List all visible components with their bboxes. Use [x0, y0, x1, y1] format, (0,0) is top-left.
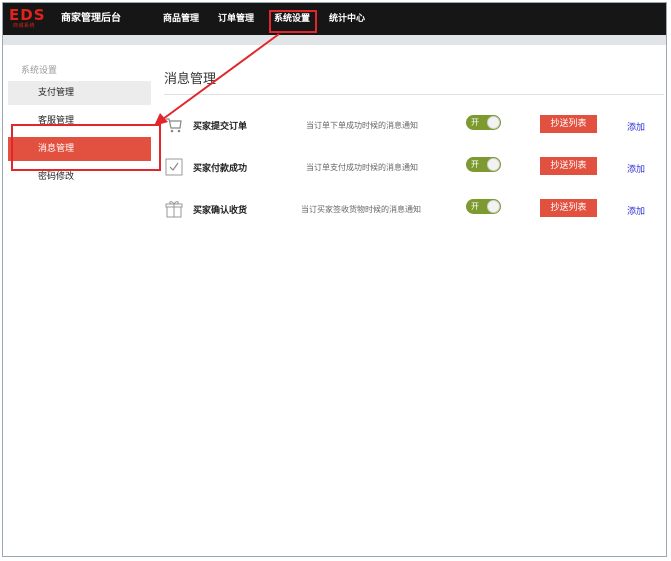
toggle-label: 开 [471, 160, 479, 169]
notification-toggle[interactable]: 开 [466, 157, 501, 172]
message-description: 当订买家签收货物时候的消息通知 [301, 205, 421, 214]
toggle-knob [487, 200, 500, 213]
message-name: 买家确认收货 [193, 206, 248, 216]
toggle-label: 开 [471, 118, 479, 127]
sidebar-highlight-box [11, 124, 161, 171]
sidebar-title: 系统设置 [21, 66, 58, 76]
logo-text: EDS [9, 6, 46, 24]
sidebar-item-payment[interactable]: 支付管理 [8, 81, 151, 105]
nav-item-orders[interactable]: 订单管理 [218, 3, 254, 35]
sub-header-bar [3, 35, 666, 45]
check-icon [165, 158, 183, 176]
cc-list-button[interactable]: 抄送列表 [540, 115, 597, 133]
notification-toggle[interactable]: 开 [466, 199, 501, 214]
top-navigation-bar: EDS 商城系统 商家管理后台 商品管理 订单管理 系统设置 统计中心 [3, 3, 666, 35]
nav-item-statistics[interactable]: 统计中心 [329, 3, 365, 35]
title-divider [164, 94, 664, 95]
add-link[interactable]: 添加 [627, 162, 645, 175]
page-title: 消息管理 [164, 72, 217, 87]
cc-list-button[interactable]: 抄送列表 [540, 199, 597, 217]
add-link[interactable]: 添加 [627, 120, 645, 133]
toggle-knob [487, 158, 500, 171]
toggle-knob [487, 116, 500, 129]
toggle-label: 开 [471, 202, 479, 211]
cc-list-button[interactable]: 抄送列表 [540, 157, 597, 175]
cart-icon [165, 116, 183, 134]
nav-item-products[interactable]: 商品管理 [163, 3, 199, 35]
message-description: 当订单支付成功时候的消息通知 [306, 163, 418, 172]
message-description: 当订单下单成功时候的消息通知 [306, 121, 418, 130]
message-name: 买家提交订单 [193, 122, 248, 132]
add-link[interactable]: 添加 [627, 204, 645, 217]
nav-highlight-box [269, 10, 317, 33]
app-window: EDS 商城系统 商家管理后台 商品管理 订单管理 系统设置 统计中心 系统设置… [2, 2, 667, 557]
logo-subtext: 商城系统 [13, 23, 36, 29]
gift-icon [165, 200, 183, 218]
logo: EDS 商城系统 [9, 8, 51, 30]
notification-toggle[interactable]: 开 [466, 115, 501, 130]
message-name: 买家付款成功 [193, 164, 248, 174]
app-title: 商家管理后台 [61, 13, 121, 24]
